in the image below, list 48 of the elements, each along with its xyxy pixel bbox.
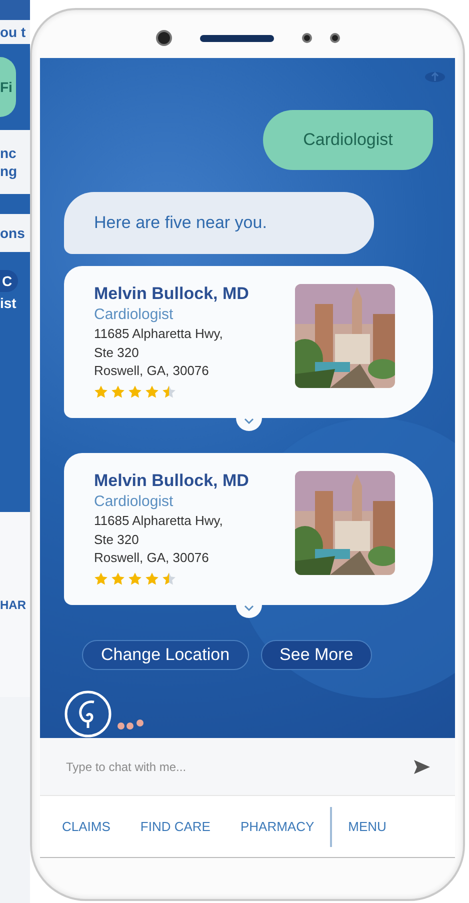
star-icon xyxy=(162,572,176,586)
action-button[interactable]: See More xyxy=(260,640,372,670)
chat-bubble: Here are five near you. xyxy=(64,192,374,254)
address-line: Ste 320 xyxy=(94,532,140,548)
background-text: ou t xyxy=(0,25,26,39)
action-button[interactable]: Change Location xyxy=(82,640,249,670)
address-line: Ste 320 xyxy=(94,344,140,360)
background-text: ng xyxy=(0,164,18,178)
star-icon xyxy=(94,384,108,399)
nav-link[interactable]: CLAIMS xyxy=(62,819,110,834)
nav-link[interactable]: MENU xyxy=(348,819,386,834)
sensor-icon xyxy=(330,33,340,43)
chevron-down-icon xyxy=(244,418,254,424)
star-icon xyxy=(111,384,125,399)
doctor-specialty: Cardiologist xyxy=(94,306,174,323)
chat-bubble: Cardiologist xyxy=(263,110,433,170)
address-line: Roswell, GA, 30076 xyxy=(94,550,210,566)
nav-link[interactable]: FIND CARE xyxy=(140,819,210,834)
doctor-specialty: Cardiologist xyxy=(94,493,174,510)
background-text: ist xyxy=(0,296,18,310)
chevron-down-icon xyxy=(244,605,254,611)
star-icon xyxy=(145,384,159,399)
send-icon[interactable] xyxy=(413,758,431,774)
sensor-icon xyxy=(302,33,312,43)
expand-button[interactable] xyxy=(236,605,262,618)
background-panel xyxy=(0,194,30,214)
star-icon xyxy=(128,384,142,399)
doctor-card[interactable]: Melvin Bullock, MD Cardiologist 11685 Alpharetta Hwy, Ste 320 Roswell, GA, 30076 xyxy=(64,266,433,418)
background-text: nc xyxy=(0,146,18,160)
star-icon xyxy=(128,572,142,586)
expand-button[interactable] xyxy=(236,418,262,431)
star-icon xyxy=(94,572,108,586)
star-icon xyxy=(111,572,125,586)
star-icon xyxy=(162,384,176,399)
star-icon xyxy=(145,572,159,586)
typing-indicator-icon xyxy=(116,718,146,730)
background-text: ons xyxy=(0,226,25,240)
doctor-name: Melvin Bullock, MD xyxy=(94,471,249,491)
address-line: 11685 Alpharetta Hwy, xyxy=(94,326,224,342)
speaker-icon xyxy=(200,34,274,42)
background-text: HAR xyxy=(0,598,26,610)
address-line: 11685 Alpharetta Hwy, xyxy=(94,513,224,529)
camera-icon xyxy=(156,30,172,46)
doctor-card[interactable]: Melvin Bullock, MD Cardiologist 11685 Alpharetta Hwy, Ste 320 Roswell, GA, 30076 xyxy=(64,453,433,605)
background-panel xyxy=(0,0,30,20)
address-line: Roswell, GA, 30076 xyxy=(94,363,210,379)
nav-link[interactable]: PHARMACY xyxy=(240,819,314,834)
doctor-name: Melvin Bullock, MD xyxy=(94,284,249,304)
